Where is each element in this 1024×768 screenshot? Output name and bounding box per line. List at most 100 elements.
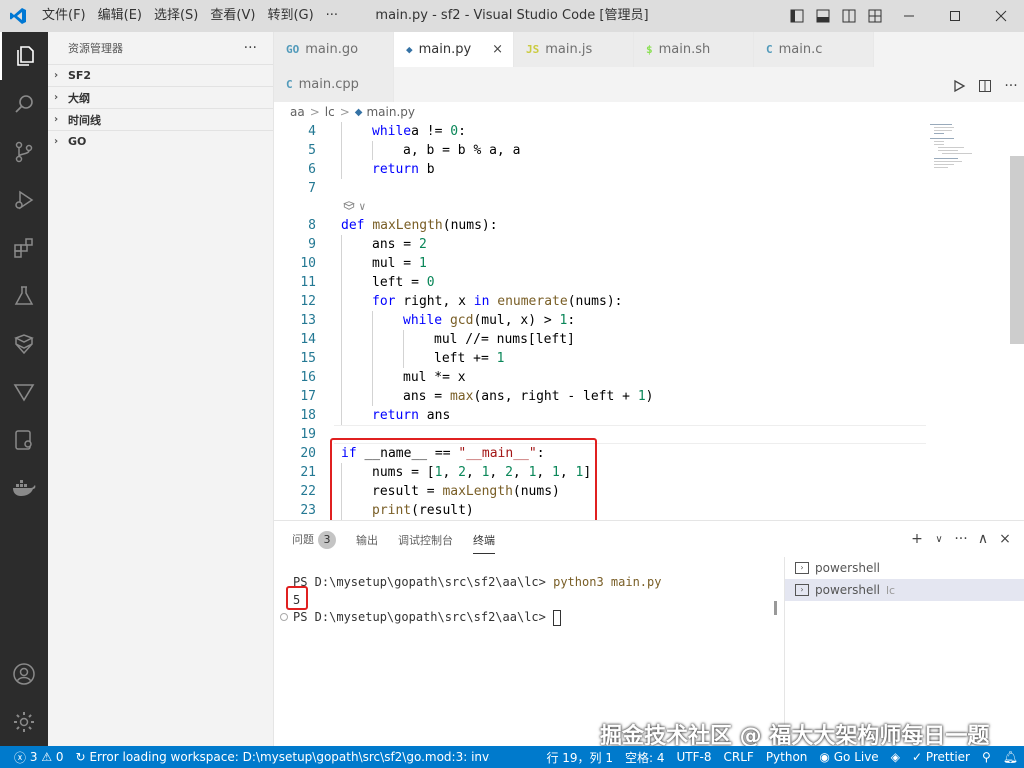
tab-output[interactable]: 输出 — [356, 532, 378, 548]
tab-debug-console[interactable]: 调试控制台 — [398, 532, 453, 548]
c-file-icon: C — [766, 43, 773, 56]
tab-terminal[interactable]: 终端 — [473, 532, 495, 554]
new-terminal-icon[interactable]: + — [906, 531, 928, 547]
remote-explorer-icon[interactable] — [0, 416, 48, 464]
tab-close-icon[interactable]: × — [492, 42, 503, 57]
sidebar-section-go[interactable]: › GO — [48, 130, 273, 152]
status-eol[interactable]: CRLF — [718, 746, 760, 768]
terminal-output[interactable]: PS D:\mysetup\gopath\src\sf2\aa\lc> pyth… — [274, 567, 784, 737]
extensions-icon[interactable] — [0, 224, 48, 272]
status-cursor-position[interactable]: 行 19，列 1 — [540, 746, 619, 768]
status-feedback-icon[interactable]: ⚲ — [976, 746, 997, 768]
minimap[interactable] — [930, 122, 1010, 182]
sidebar-more-icon[interactable]: ··· — [244, 40, 257, 56]
toggle-secondary-sidebar-icon[interactable] — [836, 0, 862, 32]
triangle-extension-icon[interactable] — [0, 368, 48, 416]
warning-icon: ⚠ — [41, 750, 53, 764]
terminal-dropdown-icon[interactable]: ∨ — [928, 534, 950, 545]
indent-guide — [341, 368, 342, 387]
minimize-icon[interactable] — [886, 0, 932, 32]
js-file-icon: JS — [526, 43, 540, 56]
code-text: while gcd(mul, x) > 1: — [403, 313, 576, 328]
indent-guide — [372, 141, 373, 160]
search-icon[interactable] — [0, 80, 48, 128]
source-control-icon[interactable] — [0, 128, 48, 176]
indent-guide — [341, 141, 342, 160]
sync-icon: ↻ — [75, 750, 86, 764]
status-notifications-icon[interactable]: 🔔︎ — [997, 746, 1024, 768]
maximize-icon[interactable] — [932, 0, 978, 32]
sidebar-section-timeline[interactable]: › 时间线 — [48, 108, 273, 130]
breadcrumb-lc[interactable]: lc — [325, 105, 335, 119]
status-extension-icon[interactable]: ◈ — [885, 746, 906, 768]
code-text: ans = 2 — [372, 237, 427, 252]
line-number: 20 — [300, 446, 316, 461]
indent-guide — [372, 349, 373, 368]
code-text: left += 1 — [434, 351, 505, 366]
indent-guide — [372, 311, 373, 330]
toggle-panel-icon[interactable] — [810, 0, 836, 32]
menu-view[interactable]: 查看(V) — [204, 0, 261, 32]
indent-guide — [341, 387, 342, 406]
code-line: 6 return b — [274, 160, 924, 179]
chevron-right-icon: › — [54, 136, 59, 147]
run-debug-icon[interactable] — [0, 176, 48, 224]
line-number: 19 — [300, 427, 316, 442]
settings-gear-icon[interactable] — [0, 698, 48, 746]
code-text: a, b = b % a, a — [403, 143, 521, 158]
line-number: 17 — [300, 389, 316, 404]
editor-scrollbar[interactable] — [1010, 156, 1024, 344]
status-workspace-error[interactable]: ↻ Error loading workspace: D:\mysetup\go… — [70, 746, 490, 768]
split-editor-icon[interactable] — [972, 73, 998, 99]
terminal-line-1: PS D:\mysetup\gopath\src\sf2\aa\lc> pyth… — [293, 575, 662, 589]
breadcrumb-main-py[interactable]: main.py — [366, 105, 415, 119]
terminal-item-powershell-lc[interactable]: › powershell lc — [785, 579, 1024, 601]
status-encoding[interactable]: UTF-8 — [671, 746, 718, 768]
tab-problems[interactable]: 问题 3 — [292, 531, 336, 549]
line-number: 18 — [300, 408, 316, 423]
menu-go[interactable]: 转到(G) — [261, 0, 319, 32]
more-actions-icon[interactable]: ··· — [998, 73, 1024, 99]
run-file-icon[interactable] — [946, 73, 972, 99]
tab-main-cpp[interactable]: Cmain.cpp — [274, 67, 394, 102]
accounts-icon[interactable] — [0, 650, 48, 698]
terminal-icon: › — [795, 584, 809, 596]
sidebar-section-sf2[interactable]: › SF2 — [48, 64, 273, 86]
tab-main-c[interactable]: Cmain.c — [754, 32, 874, 67]
sidebar-section-outline[interactable]: › 大纲 — [48, 86, 273, 108]
menu-file[interactable]: 文件(F) — [36, 0, 92, 32]
menu-edit[interactable]: 编辑(E) — [92, 0, 148, 32]
maximize-panel-icon[interactable]: ∧ — [972, 531, 994, 547]
close-panel-icon[interactable]: × — [994, 531, 1016, 547]
status-problems[interactable]: ⓧ 3 ⚠ 0 — [0, 746, 70, 768]
breadcrumb-aa[interactable]: aa — [290, 105, 305, 119]
toggle-sidebar-icon[interactable] — [784, 0, 810, 32]
status-language[interactable]: Python — [760, 746, 814, 768]
tab-main-js[interactable]: JS main.js — [514, 32, 634, 67]
code-text: ans = max(ans, right - left + 1) — [403, 389, 654, 404]
menu-selection[interactable]: 选择(S) — [148, 0, 204, 32]
graph-extension-icon[interactable] — [0, 320, 48, 368]
tab-main-go[interactable]: GO main.go — [274, 32, 394, 67]
panel-more-icon[interactable]: ··· — [950, 531, 972, 547]
explorer-icon[interactable] — [0, 32, 48, 80]
menu-bar: 文件(F) 编辑(E) 选择(S) 查看(V) 转到(G) ··· — [36, 0, 344, 32]
terminal-item-powershell[interactable]: › powershell — [785, 557, 1024, 579]
terminal-scrollbar[interactable] — [774, 601, 777, 615]
testing-flask-icon[interactable] — [0, 272, 48, 320]
codelens-icon[interactable]: ∨ — [341, 198, 366, 215]
status-go-live[interactable]: ◉ Go Live — [813, 746, 884, 768]
menu-more[interactable]: ··· — [320, 0, 344, 32]
tab-main-sh[interactable]: $ main.sh — [634, 32, 754, 67]
code-line: 10 mul = 1 — [274, 254, 924, 273]
status-prettier[interactable]: ✓ Prettier — [906, 746, 976, 768]
line-number: 9 — [308, 237, 316, 252]
status-indentation[interactable]: 空格: 4 — [619, 746, 671, 768]
docker-icon[interactable] — [0, 464, 48, 512]
tab-main-py[interactable]: ◆ main.py × — [394, 32, 514, 67]
code-text: return b — [372, 162, 435, 177]
activity-bar — [0, 32, 48, 746]
customize-layout-icon[interactable] — [862, 0, 888, 32]
close-window-icon[interactable] — [978, 0, 1024, 32]
shell-file-icon: $ — [646, 43, 653, 56]
